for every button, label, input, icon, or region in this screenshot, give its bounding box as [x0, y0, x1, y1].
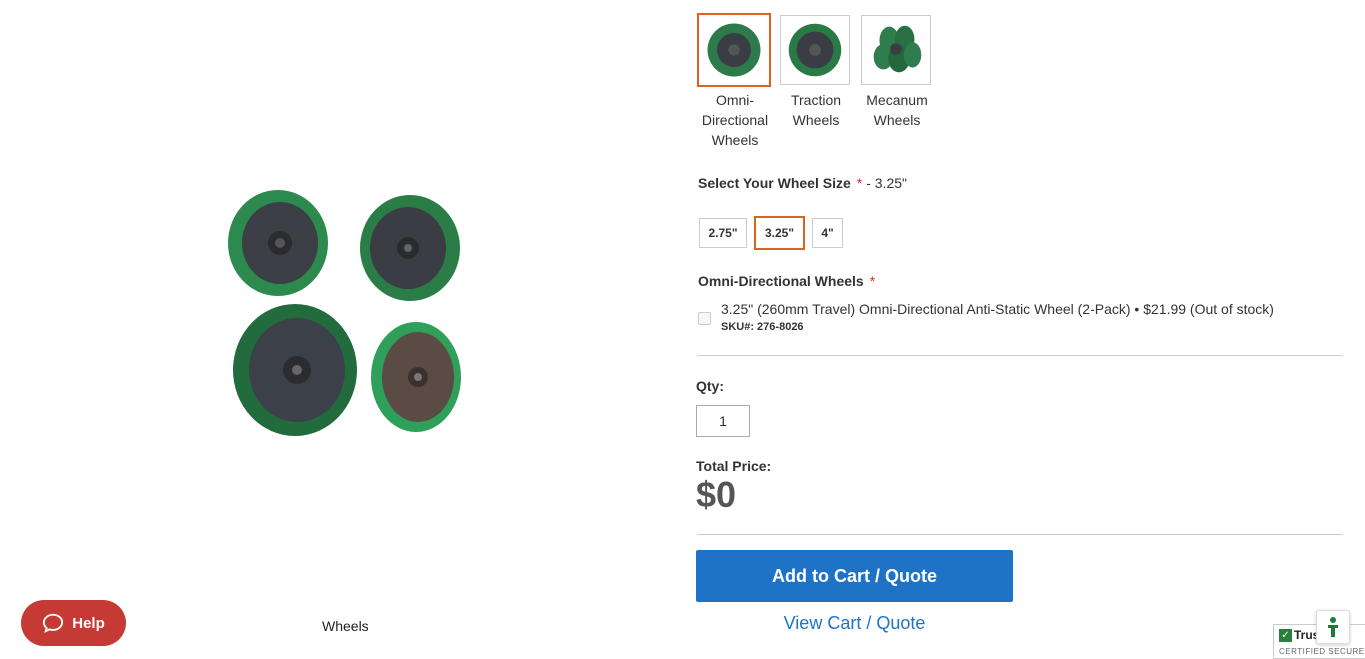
qty-input[interactable] — [696, 405, 750, 437]
divider — [697, 355, 1343, 356]
type-label-mecanum: Mecanum Wheels — [866, 92, 928, 128]
product-image[interactable] — [210, 180, 480, 450]
image-caption: Wheels — [322, 618, 369, 634]
size-option-4[interactable]: 4" — [812, 218, 843, 248]
omni-wheels-heading: Omni-Directional Wheels * — [698, 273, 875, 289]
wheel-image-4 — [371, 322, 461, 432]
mecanum-wheel-thumbnail — [873, 25, 922, 73]
traction-wheel-thumbnail — [788, 23, 842, 77]
type-label-omni: Omni-Directional Wheels — [701, 92, 769, 148]
total-price-label: Total Price: — [696, 458, 772, 474]
help-label: Help — [72, 614, 105, 632]
trust-badge-subtitle: CERTIFIED SECURE — [1279, 647, 1365, 656]
size-heading-text: Select Your Wheel Size — [698, 175, 851, 191]
total-price-value: $0 — [696, 474, 737, 515]
omni-heading-text: Omni-Directional Wheels — [698, 273, 864, 289]
size-option-2-75[interactable]: 2.75" — [699, 218, 747, 248]
type-label-traction: Traction Wheels — [790, 92, 842, 128]
product-option-sku: SKU#: 276-8026 — [721, 321, 804, 333]
divider — [697, 534, 1343, 535]
wheel-image-2 — [360, 195, 460, 301]
omni-wheel-thumbnail — [707, 23, 761, 77]
accessibility-button[interactable] — [1316, 610, 1350, 644]
swatch-omni-directional-wheels[interactable] — [697, 13, 771, 87]
product-option-label[interactable]: 3.25" (260mm Travel) Omni-Directional An… — [721, 301, 1274, 317]
view-cart-link[interactable]: View Cart / Quote — [696, 613, 1013, 634]
trust-badge-logo: ✓ Trus — [1279, 628, 1319, 642]
size-option-3-25[interactable]: 3.25" — [754, 216, 805, 250]
accessibility-icon — [1328, 617, 1338, 637]
wheel-image-1 — [228, 190, 328, 296]
selected-size-text: - 3.25" — [866, 175, 907, 191]
required-mark: * — [869, 273, 876, 289]
required-mark: * — [856, 175, 863, 191]
chat-bubble-icon — [43, 613, 64, 633]
help-button[interactable]: Help — [21, 600, 126, 646]
swatch-mecanum-wheels[interactable] — [861, 15, 931, 85]
add-to-cart-button[interactable]: Add to Cart / Quote — [696, 550, 1013, 602]
qty-label: Qty: — [696, 378, 724, 394]
product-option-checkbox[interactable] — [698, 312, 711, 325]
size-select-heading: Select Your Wheel Size * - 3.25" — [698, 175, 907, 191]
wheel-image-3 — [233, 304, 357, 436]
checkmark-icon: ✓ — [1279, 628, 1292, 642]
swatch-traction-wheels[interactable] — [780, 15, 850, 85]
